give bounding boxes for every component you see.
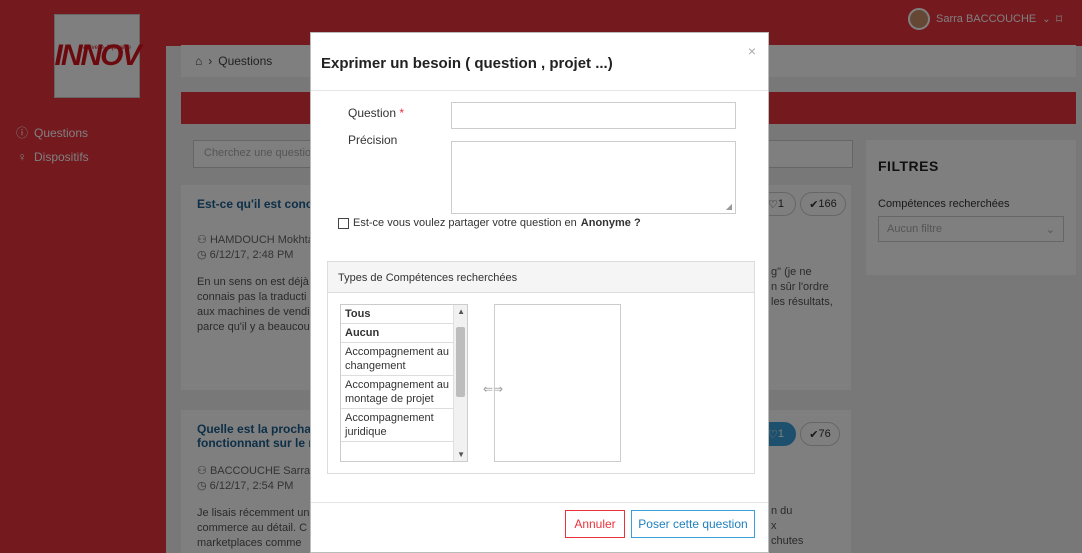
scrollbar-thumb[interactable] bbox=[456, 327, 465, 397]
chevron-down-icon[interactable]: ▼ bbox=[457, 450, 465, 459]
question-input[interactable] bbox=[451, 102, 736, 129]
anonymous-option[interactable]: Est-ce vous voulez partager votre questi… bbox=[338, 217, 641, 229]
precision-label: Précision bbox=[348, 133, 398, 147]
anonymous-label-bold: Anonyme ? bbox=[580, 217, 641, 229]
close-icon[interactable]: × bbox=[748, 43, 756, 59]
panel-title: Types de Compétences recherchées bbox=[328, 262, 754, 293]
chevron-up-icon[interactable]: ▲ bbox=[457, 307, 465, 316]
required-mark: * bbox=[399, 106, 405, 120]
anonymous-label: Est-ce vous voulez partager votre questi… bbox=[353, 217, 577, 229]
cancel-button[interactable]: Annuler bbox=[565, 510, 625, 538]
competences-selected-list[interactable] bbox=[494, 304, 621, 462]
precision-textarea[interactable]: ◢ bbox=[451, 141, 736, 214]
modal-title: Exprimer un besoin ( question , projet .… bbox=[321, 55, 613, 72]
list-item[interactable]: Aucun bbox=[341, 324, 453, 343]
ask-question-modal: Exprimer un besoin ( question , projet .… bbox=[310, 32, 769, 553]
list-item[interactable]: Accompagnement au changement bbox=[341, 343, 453, 376]
resize-handle-icon[interactable]: ◢ bbox=[726, 202, 732, 211]
submit-question-button[interactable]: Poser cette question bbox=[631, 510, 755, 538]
competences-panel: Types de Compétences recherchées Tous Au… bbox=[327, 261, 755, 474]
competences-available-list[interactable]: Tous Aucun Accompagnement au changement … bbox=[340, 304, 468, 462]
question-label: Question * bbox=[348, 106, 405, 120]
anonymous-checkbox[interactable] bbox=[338, 217, 349, 229]
list-item[interactable]: Tous bbox=[341, 305, 453, 324]
modal-header: Exprimer un besoin ( question , projet .… bbox=[311, 33, 768, 91]
list-item[interactable]: Accompagnement au montage de projet bbox=[341, 376, 453, 409]
list-item[interactable]: Accompagnement juridique bbox=[341, 409, 453, 442]
